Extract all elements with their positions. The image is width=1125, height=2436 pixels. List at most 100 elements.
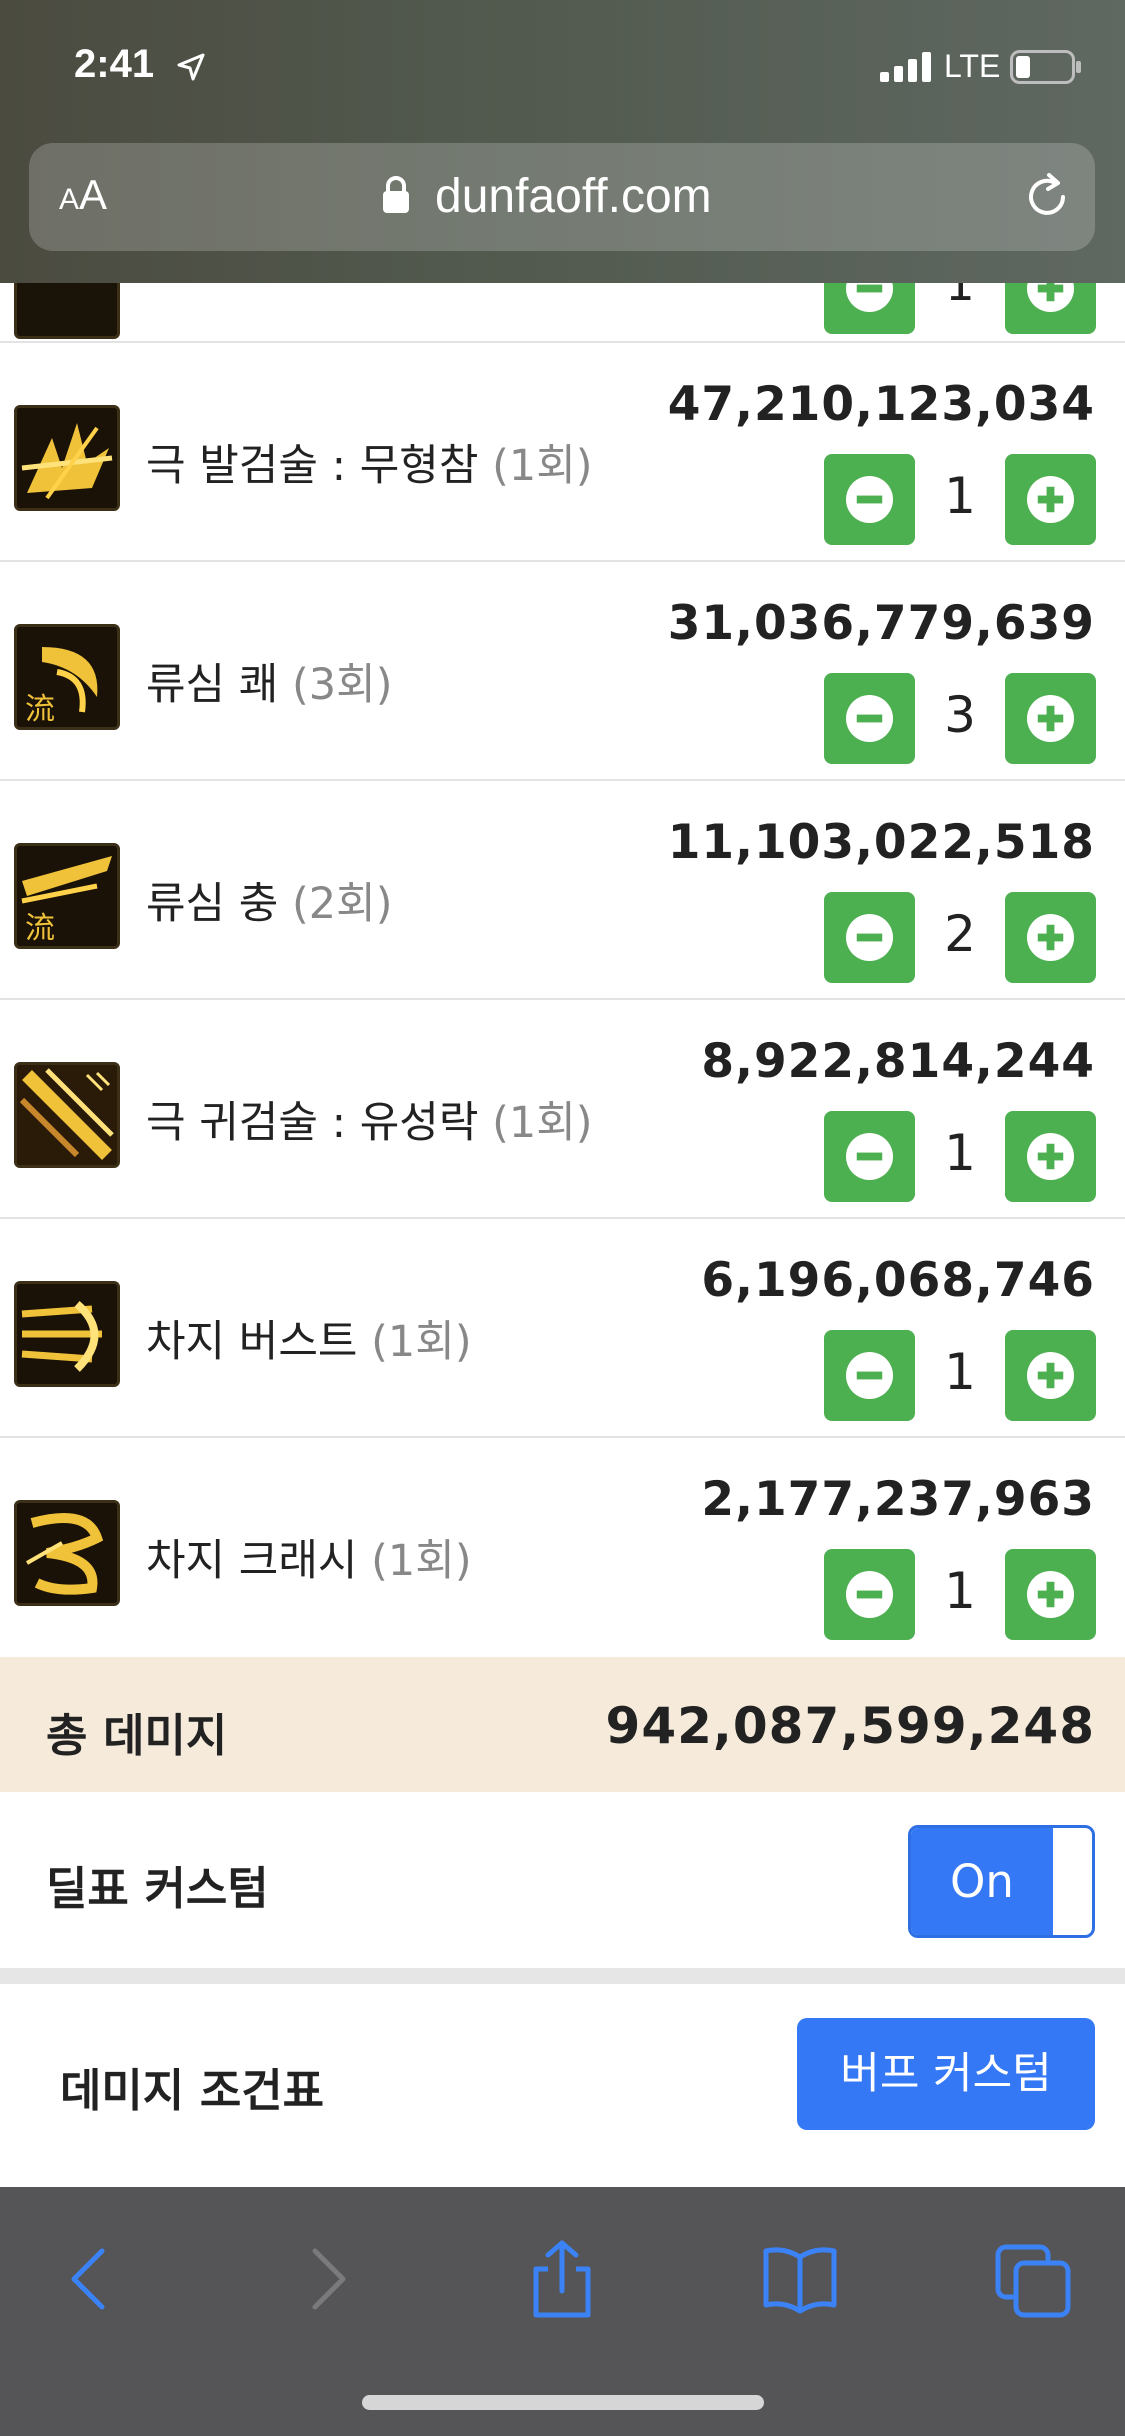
increase-quantity-button[interactable] [1005, 454, 1096, 545]
plus-circle-icon [1026, 1132, 1075, 1181]
minus-circle-icon [845, 694, 894, 743]
network-type: LTE [944, 48, 1001, 84]
location-arrow-icon [177, 53, 205, 81]
plus-circle-icon [1026, 1570, 1075, 1619]
quantity-value: 1 [944, 1343, 976, 1401]
skill-row: 극 발검술 : 무형참 (1회) 47,210,123,034 1 [0, 343, 1125, 562]
mu-hyeong-cham-icon [14, 405, 120, 511]
damage-condition-row: 데미지 조건표 버프 커스텀 [0, 1984, 1125, 2187]
forward-icon[interactable] [285, 2239, 365, 2319]
address-bar[interactable]: AA dunfaoff.com [29, 143, 1095, 251]
quantity-value: 1 [945, 283, 975, 311]
battery-icon [1010, 50, 1081, 84]
tabs-icon[interactable] [994, 2239, 1074, 2319]
skill-damage-value: 31,036,779,639 [667, 596, 1095, 651]
increase-quantity-button[interactable] [1005, 892, 1096, 983]
quantity-value: 1 [944, 1124, 976, 1182]
minus-circle-icon [845, 475, 894, 524]
list-item-partial: 1 [0, 283, 1125, 343]
total-damage-row: 총 데미지 942,087,599,248 [0, 1657, 1125, 1792]
increase-quantity-button[interactable] [1005, 283, 1096, 334]
skill-damage-value: 47,210,123,034 [667, 377, 1095, 432]
deal-custom-toggle[interactable]: On [908, 1825, 1095, 1938]
svg-text:流: 流 [25, 692, 55, 727]
cellular-signal-icon [880, 52, 931, 82]
skill-damage-value: 6,196,068,746 [701, 1253, 1095, 1308]
decrease-quantity-button[interactable] [824, 1330, 915, 1421]
minus-circle-icon [845, 283, 894, 313]
plus-circle-icon [1026, 475, 1075, 524]
url-text[interactable]: dunfaoff.com [435, 169, 712, 224]
decrease-quantity-button[interactable] [824, 454, 915, 545]
plus-circle-icon [1026, 913, 1075, 962]
ryusim-kwae-icon: 流 [14, 624, 120, 730]
partial-skill-icon [14, 283, 120, 339]
skill-row: 流 류심 쾌 (3회) 31,036,779,639 3 [0, 562, 1125, 781]
skill-damage-value: 2,177,237,963 [701, 1472, 1095, 1527]
quantity-value: 2 [944, 905, 976, 963]
plus-circle-icon [1026, 1351, 1075, 1400]
minus-circle-icon [845, 913, 894, 962]
hit-count: (1회) [492, 441, 593, 491]
decrease-quantity-button[interactable] [824, 892, 915, 983]
skill-name: 차지 크래시 (1회) [146, 1536, 472, 1586]
quantity-value: 3 [944, 686, 976, 744]
hit-count: (1회) [371, 1536, 472, 1586]
buff-custom-button[interactable]: 버프 커스텀 [797, 2018, 1095, 2130]
damage-condition-label: 데미지 조건표 [60, 2064, 325, 2117]
skill-row: 流 류심 충 (2회) 11,103,022,518 2 [0, 781, 1125, 1000]
skill-name: 극 귀검술 : 유성락 (1회) [146, 1098, 593, 1148]
yuseong-rak-icon [14, 1062, 120, 1168]
increase-quantity-button[interactable] [1005, 1111, 1096, 1202]
increase-quantity-button[interactable] [1005, 673, 1096, 764]
browser-top-chrome: 2:41 LTE AA dunfaoff.com [0, 0, 1125, 283]
skill-row: 차지 버스트 (1회) 6,196,068,746 1 [0, 1219, 1125, 1438]
skill-name: 극 발검술 : 무형참 (1회) [146, 441, 593, 491]
hit-count: (1회) [371, 1317, 472, 1367]
hit-count: (2회) [292, 879, 393, 929]
status-time: 2:41 [74, 42, 155, 86]
decrease-quantity-button[interactable] [824, 673, 915, 764]
decrease-quantity-button[interactable] [824, 1549, 915, 1640]
total-damage-value: 942,087,599,248 [605, 1697, 1095, 1755]
minus-circle-icon [845, 1570, 894, 1619]
skill-damage-list: 1 극 발검술 : 무형참 (1회) 47,210,123,034 1 流 류심… [0, 283, 1125, 1657]
toggle-on-label: On [911, 1828, 1053, 1935]
section-divider [0, 1968, 1125, 1984]
increase-quantity-button[interactable] [1005, 1330, 1096, 1421]
home-indicator[interactable] [362, 2395, 764, 2410]
quantity-value: 1 [944, 467, 976, 525]
share-icon[interactable] [522, 2239, 602, 2319]
skill-row: 차지 크래시 (1회) 2,177,237,963 1 [0, 1438, 1125, 1657]
quantity-value: 1 [944, 1562, 976, 1620]
deal-custom-row: 딜표 커스텀 On [0, 1792, 1125, 1968]
lock-icon [383, 176, 409, 213]
charge-crash-icon [14, 1500, 120, 1606]
skill-name: 차지 버스트 (1회) [146, 1317, 472, 1367]
reload-icon[interactable] [1019, 169, 1075, 225]
minus-circle-icon [845, 1132, 894, 1181]
toggle-knob [1057, 1831, 1091, 1932]
charge-burst-icon [14, 1281, 120, 1387]
ryusim-chung-icon: 流 [14, 843, 120, 949]
skill-name: 류심 쾌 (3회) [146, 660, 393, 710]
plus-circle-icon [1026, 283, 1075, 313]
back-icon[interactable] [52, 2239, 132, 2319]
skill-damage-value: 8,922,814,244 [701, 1034, 1095, 1089]
svg-text:流: 流 [25, 911, 55, 946]
hit-count: (1회) [492, 1098, 593, 1148]
deal-custom-label: 딜표 커스텀 [46, 1862, 269, 1915]
reader-text-size-button[interactable]: AA [59, 171, 107, 219]
decrease-quantity-button[interactable] [824, 1111, 915, 1202]
total-damage-label: 총 데미지 [46, 1709, 228, 1762]
skill-row: 극 귀검술 : 유성락 (1회) 8,922,814,244 1 [0, 1000, 1125, 1219]
bookmarks-icon[interactable] [760, 2239, 840, 2319]
hit-count: (3회) [292, 660, 393, 710]
skill-damage-value: 11,103,022,518 [667, 815, 1095, 870]
plus-circle-icon [1026, 694, 1075, 743]
minus-circle-icon [845, 1351, 894, 1400]
increase-quantity-button[interactable] [1005, 1549, 1096, 1640]
decrease-quantity-button[interactable] [824, 283, 915, 334]
status-bar: 2:41 LTE [0, 0, 1125, 140]
skill-name: 류심 충 (2회) [146, 879, 393, 929]
